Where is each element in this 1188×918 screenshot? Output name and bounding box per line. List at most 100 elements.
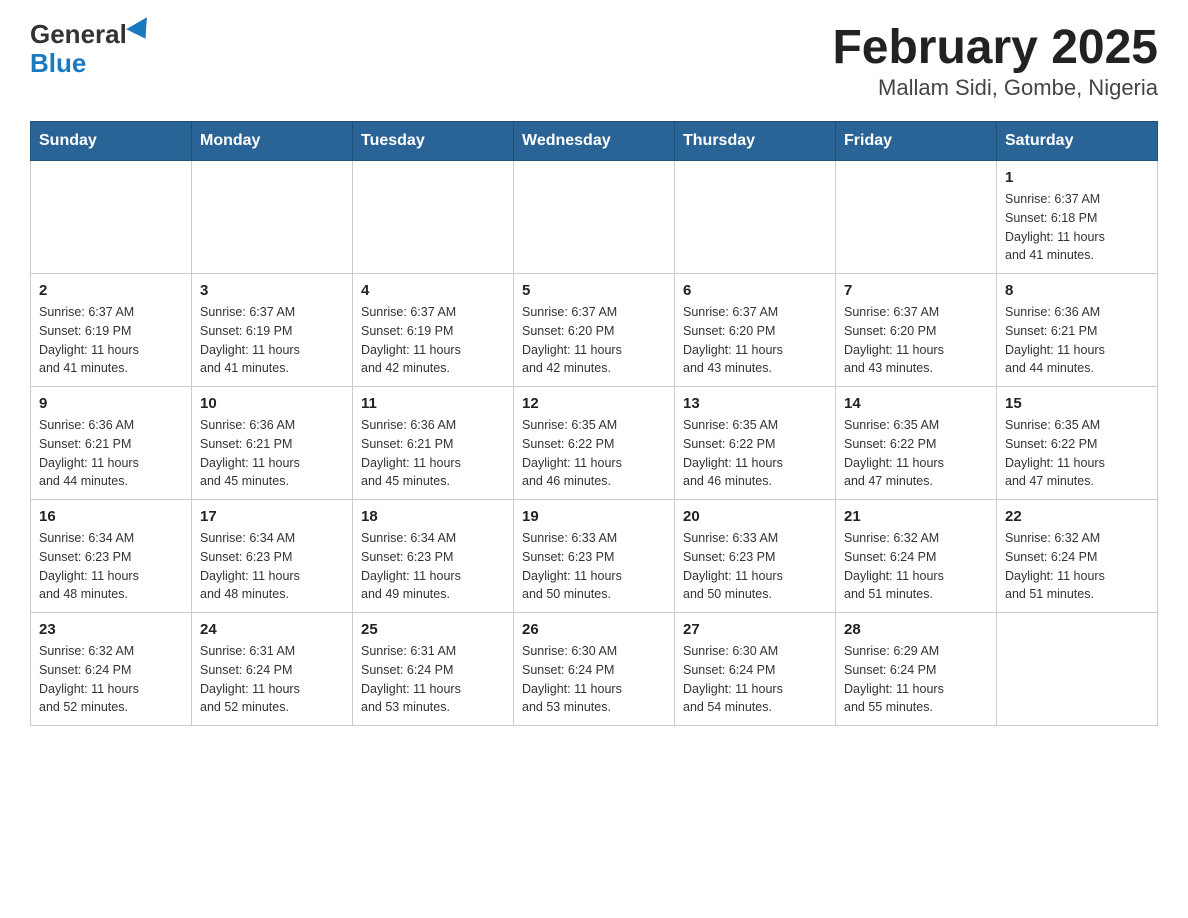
calendar-cell: 2Sunrise: 6:37 AMSunset: 6:19 PMDaylight…: [31, 274, 192, 387]
header-tuesday: Tuesday: [353, 122, 514, 161]
day-info: Sunrise: 6:37 AMSunset: 6:20 PMDaylight:…: [522, 303, 666, 378]
weekday-header-row: Sunday Monday Tuesday Wednesday Thursday…: [31, 122, 1158, 161]
logo: General Blue: [30, 20, 153, 77]
day-number: 25: [361, 621, 505, 638]
calendar-cell: 27 Sunrise: 6:30 AMSunset: 6:24 PMDayligh…: [675, 613, 836, 726]
calendar-cell: [514, 161, 675, 274]
day-info: Sunrise: 6:37 AMSunset: 6:18 PMDaylight:…: [1005, 190, 1149, 265]
day-number: 16: [39, 508, 183, 525]
day-number: 11: [361, 395, 505, 412]
day-number: 9: [39, 395, 183, 412]
calendar-cell: 18 Sunrise: 6:34 AMSunset: 6:23 PMDayligh…: [353, 500, 514, 613]
day-number: 26: [522, 621, 666, 638]
day-number: 19: [522, 508, 666, 525]
calendar-cell: 8 Sunrise: 6:36 AMSunset: 6:21 PMDaylight…: [997, 274, 1158, 387]
day-info: Sunrise: 6:36 AMSunset: 6:21 PMDaylight:…: [39, 416, 183, 491]
calendar-title: February 2025: [832, 20, 1158, 75]
day-number: 22: [1005, 508, 1149, 525]
calendar-cell: 19 Sunrise: 6:33 AMSunset: 6:23 PMDayligh…: [514, 500, 675, 613]
day-info: Sunrise: 6:32 AMSunset: 6:24 PMDaylight:…: [39, 642, 183, 717]
day-info: Sunrise: 6:36 AMSunset: 6:21 PMDaylight:…: [200, 416, 344, 491]
day-info: Sunrise: 6:34 AMSunset: 6:23 PMDaylight:…: [39, 529, 183, 604]
day-number: 18: [361, 508, 505, 525]
header-thursday: Thursday: [675, 122, 836, 161]
calendar-cell: [192, 161, 353, 274]
header-sunday: Sunday: [31, 122, 192, 161]
logo-text: General Blue: [30, 20, 153, 77]
calendar-cell: 25 Sunrise: 6:31 AMSunset: 6:24 PMDayligh…: [353, 613, 514, 726]
logo-blue-text: Blue: [30, 49, 153, 78]
day-info: Sunrise: 6:30 AMSunset: 6:24 PMDaylight:…: [683, 642, 827, 717]
day-number: 3: [200, 282, 344, 299]
day-number: 7: [844, 282, 988, 299]
day-info: Sunrise: 6:33 AMSunset: 6:23 PMDaylight:…: [683, 529, 827, 604]
calendar-cell: 11 Sunrise: 6:36 AMSunset: 6:21 PMDayligh…: [353, 387, 514, 500]
day-number: 27: [683, 621, 827, 638]
day-info: Sunrise: 6:35 AMSunset: 6:22 PMDaylight:…: [844, 416, 988, 491]
header-saturday: Saturday: [997, 122, 1158, 161]
day-info: Sunrise: 6:32 AMSunset: 6:24 PMDaylight:…: [844, 529, 988, 604]
calendar-cell: 13 Sunrise: 6:35 AMSunset: 6:22 PMDayligh…: [675, 387, 836, 500]
day-info: Sunrise: 6:35 AMSunset: 6:22 PMDaylight:…: [683, 416, 827, 491]
logo-triangle-icon: [126, 18, 156, 46]
calendar-cell: [31, 161, 192, 274]
day-number: 23: [39, 621, 183, 638]
calendar-cell: 23 Sunrise: 6:32 AMSunset: 6:24 PMDayligh…: [31, 613, 192, 726]
calendar-cell: [353, 161, 514, 274]
calendar-cell: 1Sunrise: 6:37 AMSunset: 6:18 PMDaylight…: [997, 161, 1158, 274]
calendar-cell: 26 Sunrise: 6:30 AMSunset: 6:24 PMDayligh…: [514, 613, 675, 726]
day-info: Sunrise: 6:35 AMSunset: 6:22 PMDaylight:…: [1005, 416, 1149, 491]
calendar-cell: 10Sunrise: 6:36 AMSunset: 6:21 PMDayligh…: [192, 387, 353, 500]
day-number: 8: [1005, 282, 1149, 299]
calendar-cell: 4Sunrise: 6:37 AMSunset: 6:19 PMDaylight…: [353, 274, 514, 387]
day-info: Sunrise: 6:35 AMSunset: 6:22 PMDaylight:…: [522, 416, 666, 491]
day-info: Sunrise: 6:37 AMSunset: 6:20 PMDaylight:…: [683, 303, 827, 378]
header-friday: Friday: [836, 122, 997, 161]
day-number: 12: [522, 395, 666, 412]
day-info: Sunrise: 6:34 AMSunset: 6:23 PMDaylight:…: [361, 529, 505, 604]
calendar-table: Sunday Monday Tuesday Wednesday Thursday…: [30, 121, 1158, 726]
calendar-cell: 14 Sunrise: 6:35 AMSunset: 6:22 PMDayligh…: [836, 387, 997, 500]
day-info: Sunrise: 6:37 AMSunset: 6:20 PMDaylight:…: [844, 303, 988, 378]
calendar-cell: 7 Sunrise: 6:37 AMSunset: 6:20 PMDaylight…: [836, 274, 997, 387]
day-info: Sunrise: 6:34 AMSunset: 6:23 PMDaylight:…: [200, 529, 344, 604]
day-number: 14: [844, 395, 988, 412]
calendar-header: Sunday Monday Tuesday Wednesday Thursday…: [31, 122, 1158, 161]
calendar-cell: 16 Sunrise: 6:34 AMSunset: 6:23 PMDayligh…: [31, 500, 192, 613]
week-row-1: 1Sunrise: 6:37 AMSunset: 6:18 PMDaylight…: [31, 161, 1158, 274]
day-number: 20: [683, 508, 827, 525]
day-info: Sunrise: 6:30 AMSunset: 6:24 PMDaylight:…: [522, 642, 666, 717]
day-info: Sunrise: 6:31 AMSunset: 6:24 PMDaylight:…: [361, 642, 505, 717]
day-info: Sunrise: 6:37 AMSunset: 6:19 PMDaylight:…: [39, 303, 183, 378]
day-info: Sunrise: 6:33 AMSunset: 6:23 PMDaylight:…: [522, 529, 666, 604]
day-number: 15: [1005, 395, 1149, 412]
day-info: Sunrise: 6:37 AMSunset: 6:19 PMDaylight:…: [200, 303, 344, 378]
calendar-cell: 28 Sunrise: 6:29 AMSunset: 6:24 PMDayligh…: [836, 613, 997, 726]
day-number: 6: [683, 282, 827, 299]
calendar-cell: [997, 613, 1158, 726]
header-wednesday: Wednesday: [514, 122, 675, 161]
calendar-body: 1Sunrise: 6:37 AMSunset: 6:18 PMDaylight…: [31, 161, 1158, 726]
day-number: 4: [361, 282, 505, 299]
calendar-cell: 20 Sunrise: 6:33 AMSunset: 6:23 PMDayligh…: [675, 500, 836, 613]
day-number: 13: [683, 395, 827, 412]
calendar-cell: 12 Sunrise: 6:35 AMSunset: 6:22 PMDayligh…: [514, 387, 675, 500]
calendar-cell: 9 Sunrise: 6:36 AMSunset: 6:21 PMDaylight…: [31, 387, 192, 500]
calendar-cell: 21 Sunrise: 6:32 AMSunset: 6:24 PMDayligh…: [836, 500, 997, 613]
week-row-3: 9 Sunrise: 6:36 AMSunset: 6:21 PMDaylight…: [31, 387, 1158, 500]
day-info: Sunrise: 6:29 AMSunset: 6:24 PMDaylight:…: [844, 642, 988, 717]
calendar-cell: 6 Sunrise: 6:37 AMSunset: 6:20 PMDaylight…: [675, 274, 836, 387]
calendar-cell: 24 Sunrise: 6:31 AMSunset: 6:24 PMDayligh…: [192, 613, 353, 726]
calendar-cell: 17 Sunrise: 6:34 AMSunset: 6:23 PMDayligh…: [192, 500, 353, 613]
calendar-cell: 5Sunrise: 6:37 AMSunset: 6:20 PMDaylight…: [514, 274, 675, 387]
day-number: 28: [844, 621, 988, 638]
day-info: Sunrise: 6:36 AMSunset: 6:21 PMDaylight:…: [361, 416, 505, 491]
page-header: General Blue February 2025 Mallam Sidi, …: [30, 20, 1158, 101]
title-block: February 2025 Mallam Sidi, Gombe, Nigeri…: [832, 20, 1158, 101]
day-number: 24: [200, 621, 344, 638]
day-number: 21: [844, 508, 988, 525]
day-info: Sunrise: 6:31 AMSunset: 6:24 PMDaylight:…: [200, 642, 344, 717]
day-number: 17: [200, 508, 344, 525]
day-info: Sunrise: 6:36 AMSunset: 6:21 PMDaylight:…: [1005, 303, 1149, 378]
location-subtitle: Mallam Sidi, Gombe, Nigeria: [832, 75, 1158, 101]
